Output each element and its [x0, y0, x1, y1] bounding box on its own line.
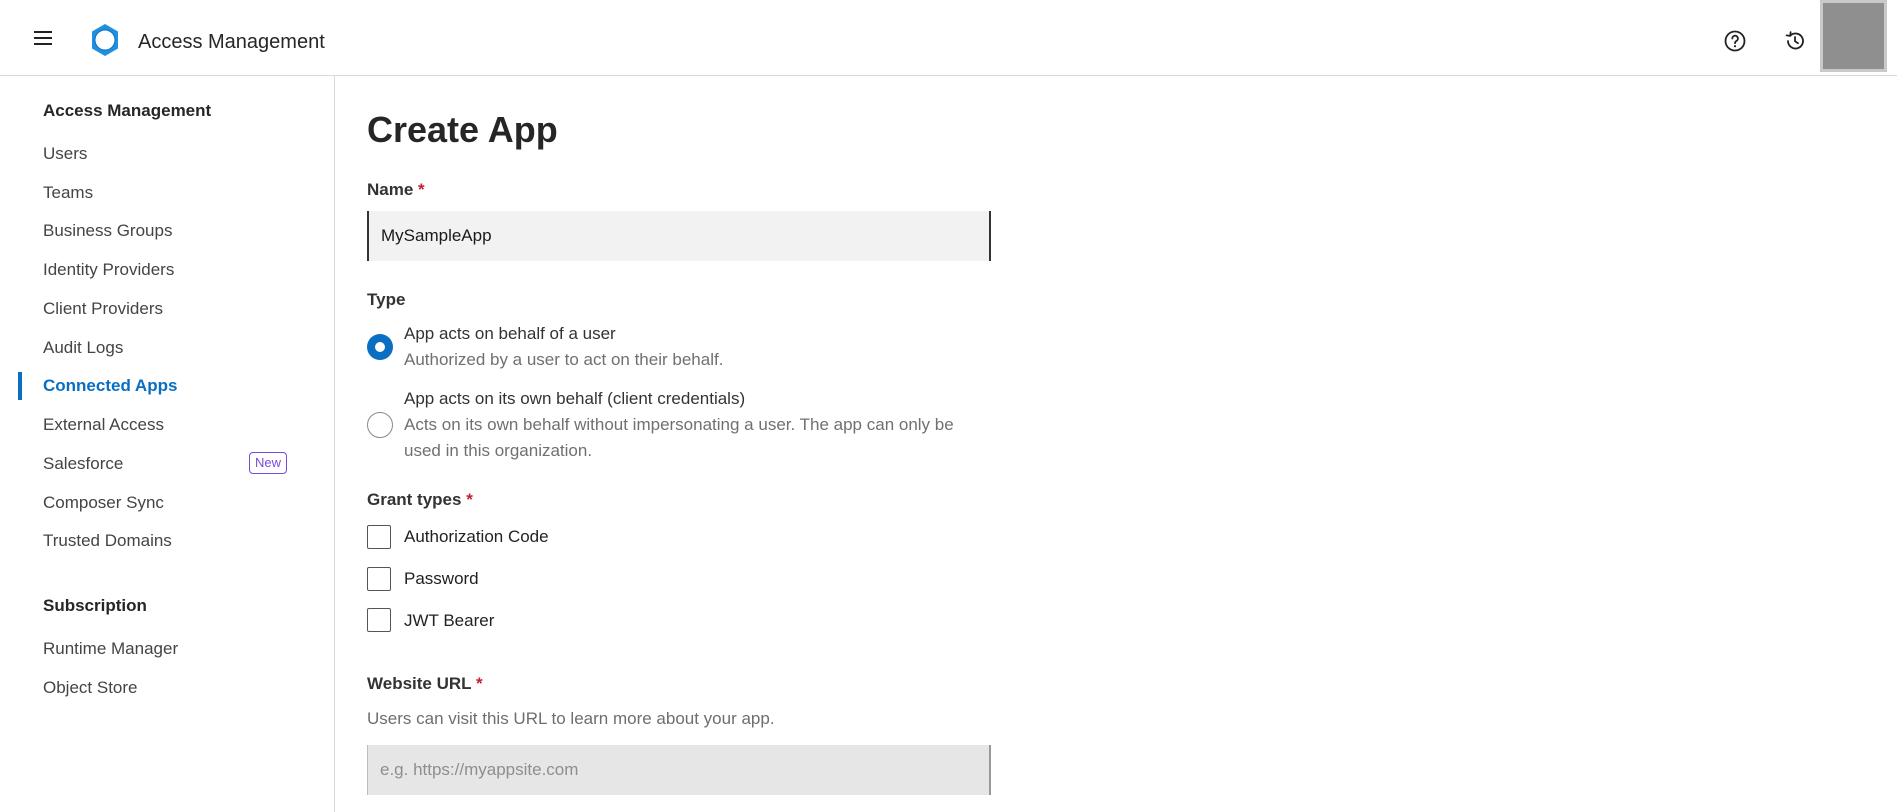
sidebar-item-connected-apps[interactable]: Connected Apps — [43, 376, 177, 396]
active-indicator — [18, 372, 22, 400]
radio-client-credentials[interactable] — [367, 412, 393, 438]
sidebar-item-runtime-manager[interactable]: Runtime Manager — [43, 639, 178, 659]
sidebar: Access Management Users Teams Business G… — [0, 76, 335, 812]
checkbox-password[interactable] — [367, 567, 391, 591]
help-circle-icon[interactable] — [1723, 29, 1747, 53]
name-input[interactable] — [367, 211, 991, 261]
sidebar-item-salesforce[interactable]: Salesforce — [43, 454, 123, 474]
sidebar-item-external-access[interactable]: External Access — [43, 415, 164, 435]
sidebar-item-client-providers[interactable]: Client Providers — [43, 299, 163, 319]
sidebar-item-users[interactable]: Users — [43, 144, 87, 164]
sidebar-heading-subscription: Subscription — [43, 596, 147, 615]
required-mark: * — [466, 490, 473, 509]
type-label: Type — [367, 290, 406, 309]
checkbox-authorization-code[interactable] — [367, 525, 391, 549]
sidebar-item-teams[interactable]: Teams — [43, 183, 93, 203]
gear-logo-icon — [92, 24, 118, 56]
required-mark: * — [418, 180, 425, 199]
menu-icon[interactable] — [30, 26, 56, 50]
checkbox-jwt-bearer[interactable] — [367, 608, 391, 632]
option-user-description: Authorized by a user to act on their beh… — [404, 350, 724, 369]
app-title: Access Management — [138, 31, 325, 53]
page-title: Create App — [367, 109, 558, 150]
grant-types-label-text: Grant types — [367, 490, 462, 509]
sidebar-item-business-groups[interactable]: Business Groups — [43, 221, 172, 241]
main-content: Create App Name * Type App acts on behal… — [335, 76, 1897, 812]
website-url-help: Users can visit this URL to learn more a… — [367, 709, 775, 728]
authorization-code-label: Authorization Code — [404, 527, 549, 546]
name-label: Name * — [367, 180, 425, 200]
sidebar-item-object-store[interactable]: Object Store — [43, 678, 138, 698]
option-client-title: App acts on its own behalf (client crede… — [404, 389, 746, 408]
avatar[interactable] — [1820, 0, 1887, 72]
sidebar-item-audit-logs[interactable]: Audit Logs — [43, 338, 123, 358]
website-url-label-text: Website URL — [367, 674, 472, 693]
jwt-bearer-label: JWT Bearer — [404, 611, 495, 630]
option-client-description: Acts on its own behalf without impersona… — [404, 415, 954, 460]
sidebar-item-trusted-domains[interactable]: Trusted Domains — [43, 531, 172, 551]
grant-types-label: Grant types * — [367, 490, 473, 510]
name-label-text: Name — [367, 180, 414, 199]
sidebar-heading-access-management: Access Management — [43, 101, 212, 120]
website-url-label: Website URL * — [367, 674, 483, 694]
new-badge: New — [249, 452, 287, 474]
sidebar-item-identity-providers[interactable]: Identity Providers — [43, 260, 174, 280]
option-user-title: App acts on behalf of a user — [404, 324, 616, 343]
radio-on-behalf-of-user[interactable] — [367, 334, 393, 360]
sidebar-item-composer-sync[interactable]: Composer Sync — [43, 493, 164, 513]
top-header: Access Management — [0, 0, 1897, 76]
history-icon[interactable] — [1783, 29, 1807, 53]
website-url-input[interactable] — [367, 745, 991, 795]
password-label: Password — [404, 569, 479, 588]
required-mark: * — [475, 674, 483, 693]
